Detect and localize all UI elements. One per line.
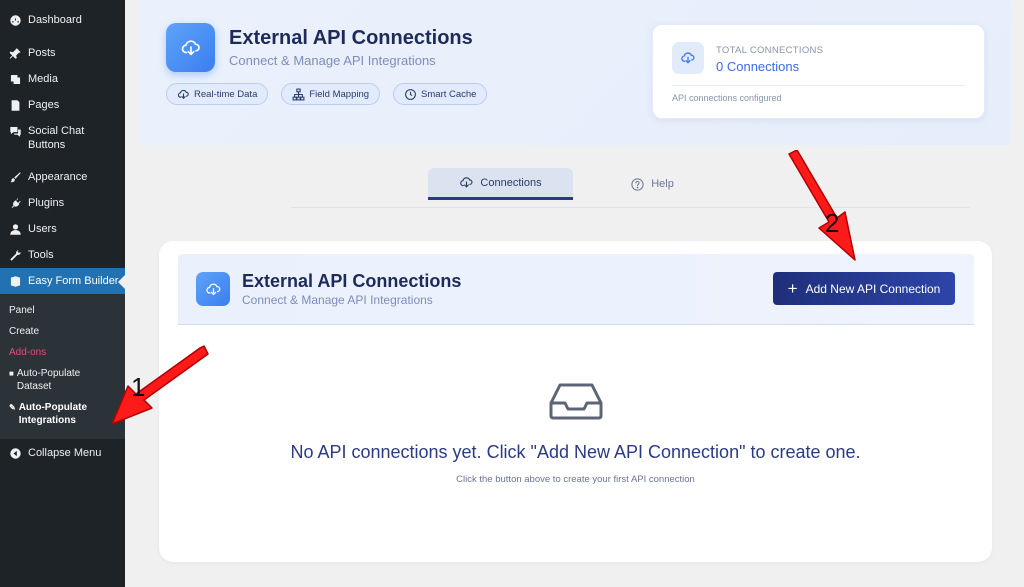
inbox-tray-icon	[549, 383, 603, 420]
plug-icon	[8, 196, 22, 210]
chat-icon	[8, 124, 22, 138]
total-connections-card: TOTAL CONNECTIONS 0 Connections API conn…	[652, 24, 985, 119]
collapse-menu-button[interactable]: Collapse Menu	[0, 439, 125, 466]
tab-connections[interactable]: Connections	[428, 168, 573, 200]
plus-icon: +	[787, 279, 798, 298]
sidebar-item-plugins[interactable]: Plugins	[0, 190, 125, 216]
sidebar-item-appearance[interactable]: Appearance	[0, 164, 125, 190]
collapse-icon	[8, 446, 22, 460]
empty-state-subtitle: Click the button above to create your fi…	[456, 474, 695, 485]
stat-value: 0 Connections	[716, 59, 800, 74]
wrench-icon	[8, 248, 22, 262]
submenu-item-auto-populate-dataset[interactable]: ■ Auto-Populate Dataset	[0, 363, 125, 397]
tabs-divider	[291, 207, 970, 208]
sidebar-item-tools[interactable]: Tools	[0, 242, 125, 268]
help-circle-icon	[631, 177, 644, 191]
form-icon	[8, 274, 22, 288]
database-icon: ■	[9, 369, 14, 378]
submenu-item-auto-populate-integrations[interactable]: ✎ Auto-Populate Integrations	[0, 397, 125, 431]
clock-icon	[405, 88, 416, 100]
chip-field-mapping: Field Mapping	[281, 83, 381, 105]
user-icon	[8, 222, 22, 236]
sidebar-submenu: Panel Create Add-ons ■ Auto-Populate Dat…	[0, 294, 125, 439]
sidebar-item-users[interactable]: Users	[0, 216, 125, 242]
stat-label: TOTAL CONNECTIONS	[716, 45, 824, 56]
media-icon	[8, 72, 22, 86]
page-subtitle: Connect & Manage API Integrations	[229, 53, 436, 68]
submenu-item-addons[interactable]: Add-ons	[0, 342, 125, 363]
card-header: External API Connections Connect & Manag…	[178, 254, 974, 325]
divider	[672, 85, 965, 86]
tab-help[interactable]: Help	[622, 168, 682, 200]
pages-icon	[8, 98, 22, 112]
add-new-api-connection-button[interactable]: + Add New API Connection	[773, 272, 955, 305]
cloud-logo	[166, 23, 215, 72]
admin-sidebar: Dashboard Posts Media Pages Social Chat …	[0, 0, 125, 587]
sidebar-item-easy-form-builder[interactable]: Easy Form Builder	[0, 268, 125, 294]
sitemap-icon	[292, 88, 305, 100]
cloud-download-icon	[181, 39, 200, 55]
stat-footer: API connections configured	[672, 93, 782, 103]
cloud-download-icon	[672, 42, 704, 74]
chip-smart-cache: Smart Cache	[393, 83, 488, 105]
annotation-number-2: 2	[825, 208, 840, 238]
plug-icon: ✎	[9, 403, 16, 412]
submenu-item-panel[interactable]: Panel	[0, 300, 125, 321]
cloud-download-icon	[196, 272, 230, 306]
empty-state-title: No API connections yet. Click "Add New A…	[290, 442, 861, 462]
cloud-download-icon	[177, 89, 189, 99]
card-title: External API Connections	[242, 271, 462, 291]
sidebar-item-pages[interactable]: Pages	[0, 92, 125, 118]
card-subtitle: Connect & Manage API Integrations	[242, 293, 433, 307]
dashboard-icon	[8, 13, 22, 27]
chip-realtime-data: Real-time Data	[166, 83, 269, 105]
header-panel: External API Connections Connect & Manag…	[140, 0, 1011, 145]
sidebar-item-posts[interactable]: Posts	[0, 40, 125, 66]
feature-chips: Real-time Data Field Mapping Smart Cache	[166, 83, 488, 105]
sidebar-item-social-chat[interactable]: Social Chat Buttons	[0, 118, 125, 158]
pin-icon	[8, 46, 22, 60]
brush-icon	[8, 170, 22, 184]
annotation-number-1: 1	[131, 372, 146, 402]
cloud-download-icon	[460, 177, 473, 188]
submenu-item-create[interactable]: Create	[0, 321, 125, 342]
sidebar-item-dashboard[interactable]: Dashboard	[0, 7, 125, 33]
connections-card: External API Connections Connect & Manag…	[159, 241, 992, 562]
sidebar-item-media[interactable]: Media	[0, 66, 125, 92]
page-title: External API Connections	[229, 27, 473, 49]
